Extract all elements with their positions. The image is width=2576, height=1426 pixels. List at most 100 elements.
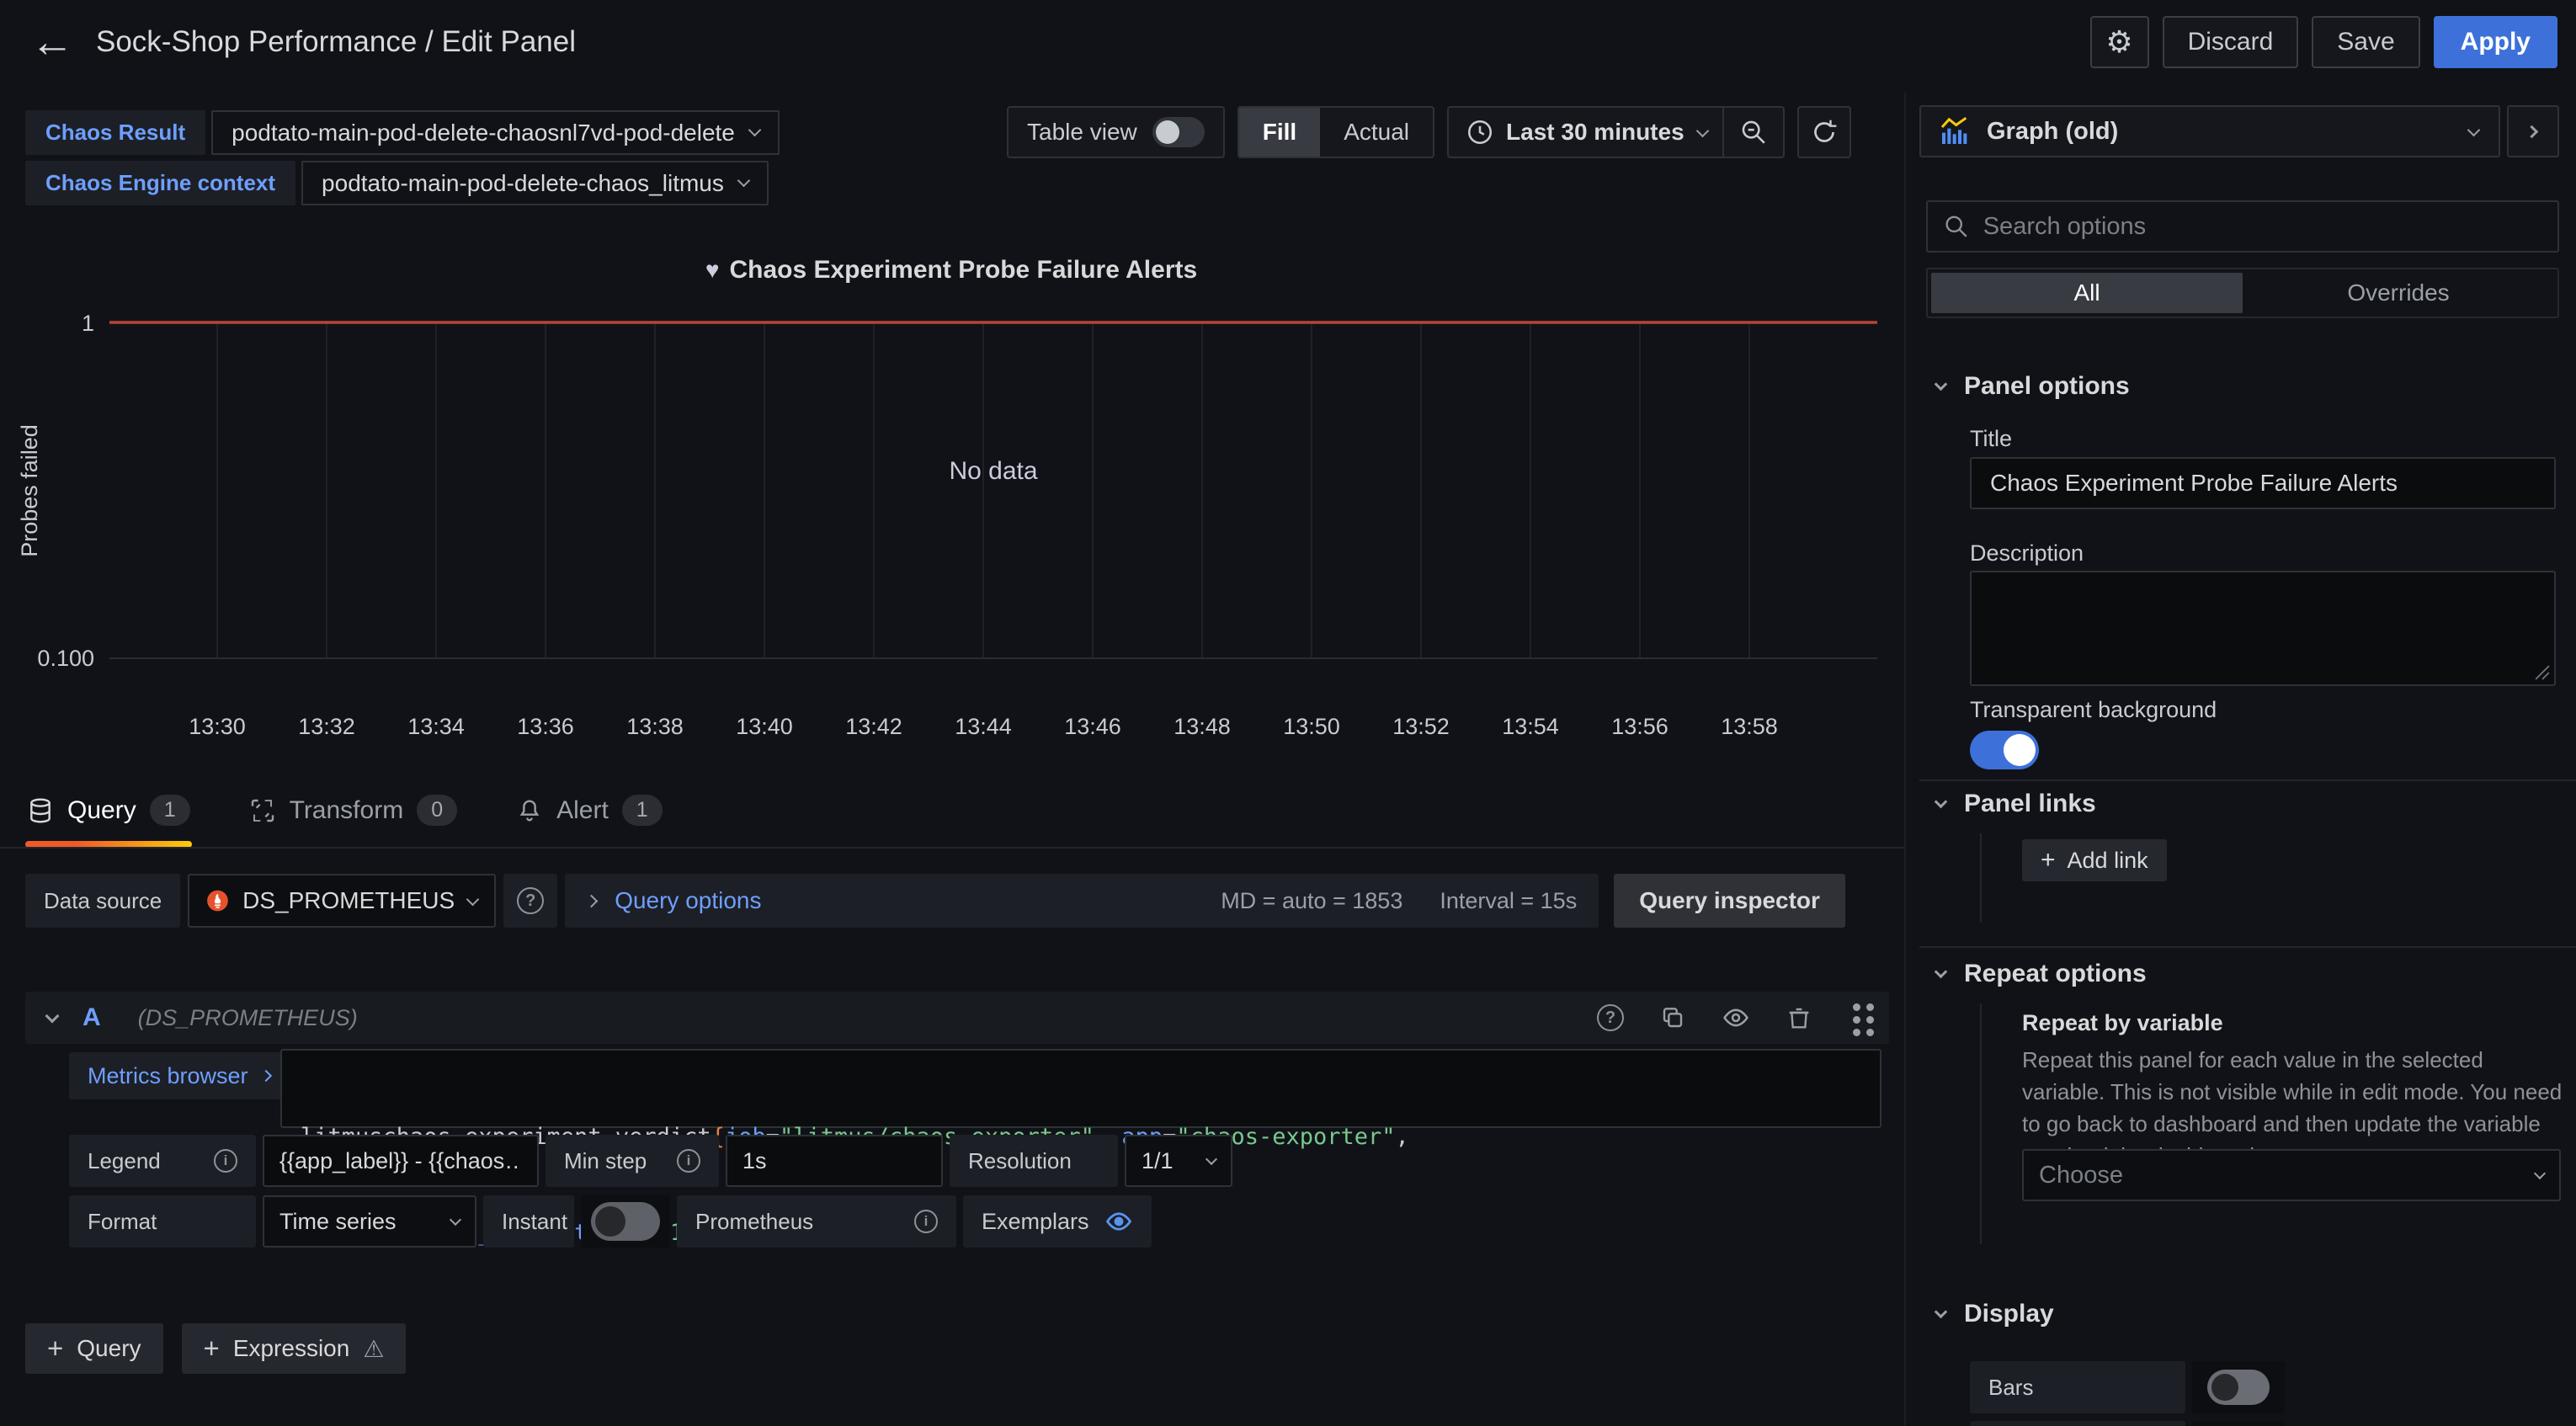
chevron-down-icon [737, 174, 751, 188]
svg-text:13:56: 13:56 [1611, 714, 1669, 739]
add-expression-button[interactable]: + Expression ⚠ [182, 1323, 407, 1374]
panel-title-input[interactable] [1970, 457, 2556, 509]
chevron-down-icon [1695, 124, 1709, 137]
section-title: Panel options [1964, 372, 2130, 401]
section-title: Repeat options [1964, 960, 2147, 988]
transparent-background-label: Transparent background [1970, 697, 2217, 723]
instant-label-box: Instant [483, 1195, 574, 1248]
visualization-picker[interactable]: Graph (old) [1919, 105, 2500, 157]
panel-description-textarea[interactable] [1970, 571, 2556, 686]
query-help-icon[interactable]: ? [1597, 1004, 1624, 1031]
drag-handle-icon[interactable] [1853, 1003, 1860, 1011]
heart-icon: ♥ [705, 257, 720, 283]
resize-handle-icon[interactable] [2535, 665, 2550, 680]
trash-icon[interactable] [1786, 1004, 1812, 1031]
query-row-header[interactable]: A (DS_PROMETHEUS) ? [25, 992, 1889, 1044]
chevron-right-icon [585, 894, 599, 907]
tab-overrides[interactable]: Overrides [2243, 273, 2554, 313]
datasource-help-button[interactable]: ? [503, 874, 557, 928]
query-options-link[interactable]: Query options [615, 887, 761, 914]
tab-transform[interactable]: Transform 0 [247, 790, 459, 848]
back-arrow-icon[interactable]: ← [30, 20, 74, 64]
bars-toggle[interactable] [2207, 1370, 2270, 1405]
tab-all[interactable]: All [1931, 273, 2243, 313]
options-search[interactable] [1926, 200, 2559, 253]
table-view-switch[interactable] [1152, 117, 1205, 147]
repeat-options-header[interactable]: Repeat options [1936, 960, 2147, 988]
panel-options-header[interactable]: Panel options [1936, 372, 2130, 401]
svg-text:13:54: 13:54 [1502, 714, 1559, 739]
variable-value-dropdown[interactable]: podtato-main-pod-delete-chaosnl7vd-pod-d… [211, 110, 780, 155]
instant-toggle-box [581, 1195, 670, 1248]
panel-toolbar: Table view Fill Actual Last 30 minutes [1007, 106, 1851, 158]
table-view-toggle[interactable]: Table view [1007, 106, 1225, 158]
graph-icon [1938, 114, 1972, 148]
tab-alert[interactable]: Alert 1 [514, 790, 664, 848]
variable-value-text: podtato-main-pod-delete-chaos_litmus [322, 170, 724, 197]
variable-value-dropdown[interactable]: podtato-main-pod-delete-chaos_litmus [301, 161, 769, 205]
dashboard-settings-button[interactable]: ⚙ [2090, 16, 2149, 68]
display-header[interactable]: Display [1936, 1300, 2054, 1328]
info-icon[interactable]: i [677, 1149, 700, 1173]
options-search-input[interactable] [1983, 213, 2542, 241]
chevron-right-icon [259, 1070, 271, 1082]
variable-value-text: podtato-main-pod-delete-chaosnl7vd-pod-d… [232, 120, 735, 146]
tab-query[interactable]: Query 1 [25, 790, 192, 848]
promql-editor[interactable]: litmuschaos_experiment_verdict{job="litm… [280, 1049, 1881, 1128]
query-count-badge: 1 [150, 795, 190, 826]
zoom-out-time-button[interactable] [1722, 108, 1783, 157]
collapse-chevron-icon[interactable] [45, 1008, 60, 1023]
alert-count-badge: 1 [622, 795, 663, 826]
info-icon[interactable]: i [914, 1210, 938, 1233]
instant-toggle[interactable] [591, 1202, 660, 1241]
legend-format-input[interactable] [263, 1135, 539, 1187]
query-options-bar[interactable]: Query options MD = auto = 1853 Interval … [565, 874, 1599, 928]
exemplars-eye-icon[interactable] [1104, 1207, 1133, 1236]
metrics-browser-button[interactable]: Metrics browser [69, 1052, 289, 1099]
eye-icon[interactable] [1722, 1003, 1750, 1032]
plus-icon: + [2041, 846, 2056, 875]
query-footer-buttons: + Query + Expression ⚠ [25, 1323, 406, 1374]
toggle-options-pane-button[interactable] [2507, 105, 2559, 157]
add-query-button[interactable]: + Query [25, 1323, 163, 1374]
panel-links-header[interactable]: Panel links [1936, 790, 2096, 818]
no-data-text: No data [949, 457, 1037, 485]
svg-text:13:30: 13:30 [189, 714, 246, 739]
min-step-input[interactable] [726, 1135, 943, 1187]
actual-option[interactable]: Actual [1320, 108, 1433, 157]
refresh-button[interactable] [1797, 106, 1851, 158]
exemplars-box: Exemplars [963, 1195, 1152, 1248]
query-options-stats: MD = auto = 1853 Interval = 15s [1221, 888, 1577, 914]
chart-title-text: Chaos Experiment Probe Failure Alerts [729, 256, 1197, 284]
query-inspector-button[interactable]: Query inspector [1614, 874, 1845, 928]
table-view-label: Table view [1027, 119, 1137, 146]
section-title: Display [1964, 1300, 2054, 1328]
chevron-right-icon [2525, 125, 2538, 138]
transparent-background-toggle[interactable] [1970, 731, 2039, 769]
clock-icon [1466, 118, 1494, 146]
chart[interactable]: 1 0.100 Probes failed No data 13:3013:32… [0, 290, 1903, 752]
apply-button[interactable]: Apply [2434, 16, 2557, 68]
svg-text:13:48: 13:48 [1174, 714, 1231, 739]
plus-icon: + [204, 1333, 220, 1365]
add-link-button[interactable]: + Add link [2022, 839, 2167, 881]
discard-button[interactable]: Discard [2163, 16, 2299, 68]
title-field-label: Title [1970, 426, 2012, 452]
time-range-label: Last 30 minutes [1506, 119, 1685, 146]
min-step-label-box: Min step i [546, 1135, 719, 1187]
query-row-actions: ? [1597, 1003, 1867, 1032]
copy-icon[interactable] [1659, 1004, 1686, 1031]
fill-option[interactable]: Fill [1239, 108, 1320, 157]
datasource-picker[interactable]: DS_PROMETHEUS [188, 874, 496, 928]
svg-text:13:36: 13:36 [517, 714, 574, 739]
info-icon[interactable]: i [214, 1149, 237, 1173]
max-datapoints-stat: MD = auto = 1853 [1221, 888, 1402, 914]
format-select[interactable]: Time series [263, 1195, 476, 1248]
chevron-down-icon [748, 124, 762, 137]
resolution-select[interactable]: 1/1 [1125, 1135, 1232, 1187]
time-range-picker[interactable]: Last 30 minutes [1447, 106, 1785, 158]
chevron-down-icon [2534, 1168, 2546, 1179]
legend-label: Legend [88, 1148, 161, 1174]
save-button[interactable]: Save [2312, 16, 2419, 68]
repeat-variable-select[interactable]: Choose [2022, 1149, 2561, 1201]
